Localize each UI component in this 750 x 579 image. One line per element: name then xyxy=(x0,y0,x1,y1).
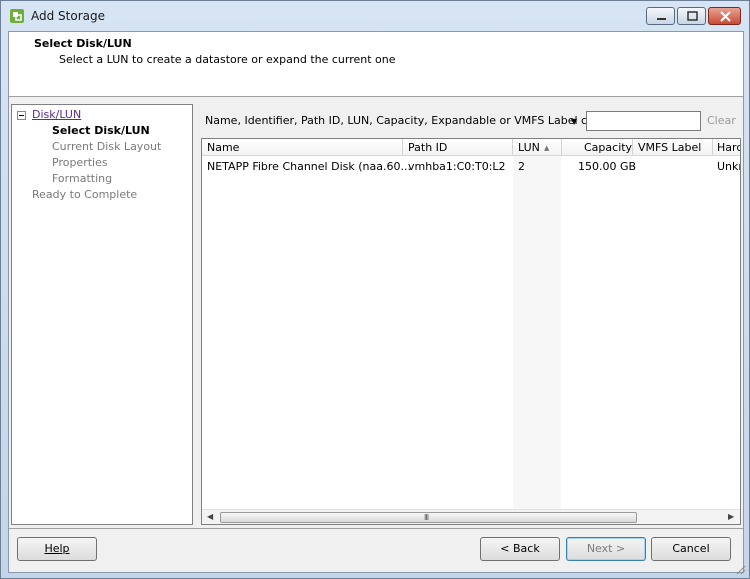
cancel-button-label: Cancel xyxy=(672,542,710,555)
step-select-disk-lun: Select Disk/LUN xyxy=(52,124,150,137)
add-storage-window: Add Storage Select Disk/LUN Select a LUN… xyxy=(0,0,750,579)
window-title: Add Storage xyxy=(31,9,105,23)
help-button-label: Help xyxy=(44,542,70,555)
column-header-hardware[interactable]: Hard xyxy=(717,141,740,154)
help-button[interactable]: Help xyxy=(17,537,97,561)
wizard-steps-panel: Disk/LUN Select Disk/LUN Current Disk La… xyxy=(11,104,193,525)
resize-grip-icon[interactable] xyxy=(734,563,746,575)
clear-link[interactable]: Clear xyxy=(707,114,736,127)
cell-name: NETAPP Fibre Channel Disk (naa.60... xyxy=(207,160,411,173)
step-formatting: Formatting xyxy=(52,172,113,185)
sorted-column-highlight xyxy=(513,139,561,509)
dropdown-arrow-icon[interactable]: ▼ xyxy=(571,117,577,126)
search-input[interactable] xyxy=(586,111,701,131)
column-divider[interactable] xyxy=(632,139,633,156)
step-current-disk-layout: Current Disk Layout xyxy=(52,140,162,153)
step-properties: Properties xyxy=(52,156,108,169)
cell-capacity: 150.00 GB xyxy=(578,160,637,173)
cell-lun: 2 xyxy=(518,160,525,173)
maximize-button[interactable] xyxy=(677,7,706,25)
horizontal-scrollbar[interactable]: ◀ III ▶ xyxy=(202,509,740,524)
column-header-vmfs-label[interactable]: VMFS Label xyxy=(638,141,701,154)
title-bar[interactable]: Add Storage xyxy=(1,1,749,31)
next-button[interactable]: Next > xyxy=(566,537,646,561)
close-icon xyxy=(720,11,731,22)
step-ready-to-complete: Ready to Complete xyxy=(32,188,138,201)
next-button-label: Next > xyxy=(586,542,626,555)
column-header-path-id[interactable]: Path ID xyxy=(408,141,447,154)
sort-ascending-icon: ▲ xyxy=(544,144,550,152)
table-header: Name Path ID LUN ▲ Capacity VMFS Label H… xyxy=(202,139,740,156)
back-button[interactable]: < Back xyxy=(480,537,560,561)
column-header-capacity[interactable]: Capacity xyxy=(584,141,632,154)
scroll-left-icon[interactable]: ◀ xyxy=(207,512,213,521)
column-header-lun[interactable]: LUN xyxy=(518,141,540,154)
cancel-button[interactable]: Cancel xyxy=(651,537,731,561)
footer-divider xyxy=(9,528,743,529)
page-title: Select Disk/LUN xyxy=(34,37,132,50)
step-group-disk-lun[interactable]: Disk/LUN xyxy=(32,108,81,121)
cell-hardware: Unkn xyxy=(717,160,740,173)
lun-table: Name Path ID LUN ▲ Capacity VMFS Label H… xyxy=(201,138,741,525)
scrollbar-grip: III xyxy=(424,513,429,522)
wizard-body: Select Disk/LUN Select a LUN to create a… xyxy=(8,31,744,573)
filter-field-selector[interactable]: Name, Identifier, Path ID, LUN, Capacity… xyxy=(205,114,598,127)
column-divider[interactable] xyxy=(402,139,403,156)
close-button[interactable] xyxy=(708,7,741,25)
page-subtitle: Select a LUN to create a datastore or ex… xyxy=(59,53,396,66)
minimize-icon xyxy=(657,18,666,20)
cell-path-id: vmhba1:C0:T0:L2 xyxy=(408,160,506,173)
vsphere-app-icon xyxy=(10,9,24,23)
back-button-label: < Back xyxy=(500,542,540,555)
collapse-toggle-icon[interactable] xyxy=(17,111,26,120)
wizard-header: Select Disk/LUN Select a LUN to create a… xyxy=(9,32,743,97)
scrollbar-thumb[interactable]: III xyxy=(220,512,637,523)
column-divider[interactable] xyxy=(712,139,713,156)
column-divider[interactable] xyxy=(561,139,562,156)
minimize-button[interactable] xyxy=(646,7,675,25)
column-header-name[interactable]: Name xyxy=(207,141,239,154)
scroll-right-icon[interactable]: ▶ xyxy=(728,512,734,521)
restore-icon xyxy=(687,11,698,21)
column-divider[interactable] xyxy=(512,139,513,156)
